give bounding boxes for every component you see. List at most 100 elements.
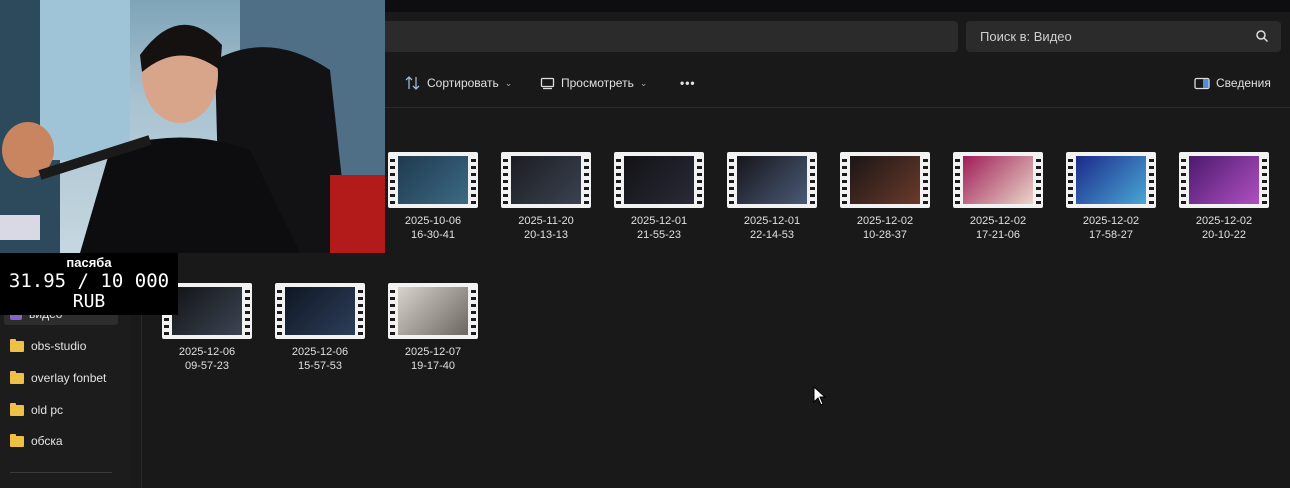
film-perforation [1149, 155, 1154, 205]
thumbnail-frame [963, 156, 1033, 204]
search-placeholder: Поиск в: Видео [980, 29, 1072, 44]
webcam-feed [0, 0, 385, 253]
film-perforation [729, 155, 734, 205]
sort-button[interactable]: Сортировать ⌄ [405, 76, 512, 90]
file-time: 16-30-41 [410, 229, 456, 241]
film-perforation [810, 155, 815, 205]
address-bar[interactable] [370, 21, 958, 52]
video-thumbnail [388, 152, 478, 208]
view-icon [540, 77, 555, 89]
film-perforation [471, 155, 476, 205]
thumbnail-frame [1189, 156, 1259, 204]
search-icon[interactable] [1255, 29, 1269, 43]
sort-label: Сортировать [427, 76, 499, 90]
video-file-item[interactable]: 2025-12-02 20-10-22 [1179, 152, 1271, 242]
video-file-item[interactable]: 2025-12-07 19-17-40 [388, 283, 480, 373]
webcam-overlay [0, 0, 385, 253]
film-perforation [1262, 155, 1267, 205]
file-name: 2025-12-07 19-17-40 [388, 345, 478, 373]
video-file-item[interactable]: 2025-12-02 17-58-27 [1066, 152, 1158, 242]
sidebar-item-overlay-fonbet[interactable]: overlay fonbet [10, 370, 106, 385]
thumbnail-frame [737, 156, 807, 204]
donation-title: пасяба [66, 255, 112, 270]
view-button[interactable]: Просмотреть ⌄ [540, 76, 647, 90]
video-thumbnail [388, 283, 478, 339]
file-name: 2025-10-06 16-30-41 [388, 214, 478, 242]
file-date: 2025-12-01 [630, 215, 688, 227]
film-perforation [955, 155, 960, 205]
file-date: 2025-12-02 [969, 215, 1027, 227]
file-date: 2025-12-07 [404, 346, 462, 358]
sidebar-item-obs-studio[interactable]: obs-studio [10, 338, 87, 353]
view-label: Просмотреть [561, 76, 634, 90]
file-date: 2025-10-06 [404, 215, 462, 227]
film-perforation [1181, 155, 1186, 205]
film-perforation [1068, 155, 1073, 205]
video-file-item[interactable]: 2025-11-20 20-13-13 [501, 152, 593, 242]
file-name: 2025-12-02 17-58-27 [1066, 214, 1156, 242]
video-file-item[interactable]: 2025-12-01 22-14-53 [727, 152, 819, 242]
video-file-item[interactable]: 2025-12-06 15-57-53 [275, 283, 367, 373]
file-time: 17-21-06 [975, 229, 1021, 241]
film-perforation [842, 155, 847, 205]
file-time: 22-14-53 [749, 229, 795, 241]
thumbnail-frame [172, 287, 242, 335]
donation-amount: 31.95 / 10 000 [8, 270, 170, 292]
folder-icon [10, 338, 24, 352]
folder-icon [10, 370, 24, 384]
file-time: 10-28-37 [862, 229, 908, 241]
thumbnail-frame [398, 287, 468, 335]
thumbnail-frame [398, 156, 468, 204]
file-time: 17-58-27 [1088, 229, 1134, 241]
film-perforation [616, 155, 621, 205]
video-thumbnail [1179, 152, 1269, 208]
sidebar-item-old-pc[interactable]: old pc [10, 402, 63, 417]
video-thumbnail [614, 152, 704, 208]
thumbnail-frame [285, 287, 355, 335]
mouse-cursor-icon [813, 386, 827, 406]
file-name: 2025-12-01 21-55-23 [614, 214, 704, 242]
chevron-down-icon: ⌄ [639, 77, 648, 88]
file-date: 2025-12-02 [856, 215, 914, 227]
folder-icon [10, 433, 24, 447]
sidebar-item-obska[interactable]: обска [10, 433, 63, 448]
film-perforation [277, 286, 282, 336]
film-perforation [923, 155, 928, 205]
video-thumbnail [953, 152, 1043, 208]
video-thumbnail [275, 283, 365, 339]
film-perforation [584, 155, 589, 205]
sidebar-item-label: обска [31, 434, 63, 448]
film-perforation [358, 286, 363, 336]
file-date: 2025-12-01 [743, 215, 801, 227]
file-name: 2025-12-02 10-28-37 [840, 214, 930, 242]
video-file-item[interactable]: 2025-12-01 21-55-23 [614, 152, 706, 242]
search-input[interactable]: Поиск в: Видео [966, 21, 1281, 52]
file-time: 15-57-53 [297, 360, 343, 372]
file-name: 2025-12-01 22-14-53 [727, 214, 817, 242]
donation-overlay: пасяба 31.95 / 10 000 RUB [0, 253, 178, 315]
film-perforation [471, 286, 476, 336]
video-thumbnail [501, 152, 591, 208]
file-date: 2025-11-20 [518, 215, 574, 227]
film-perforation [245, 286, 250, 336]
sidebar-item-label: obs-studio [31, 339, 87, 353]
thumbnail-frame [511, 156, 581, 204]
video-file-item[interactable]: 2025-12-02 17-21-06 [953, 152, 1045, 242]
video-thumbnail [1066, 152, 1156, 208]
donation-currency: RUB [72, 291, 106, 312]
video-thumbnail [727, 152, 817, 208]
video-file-item[interactable]: 2025-12-02 10-28-37 [840, 152, 932, 242]
file-time: 20-10-22 [1201, 229, 1247, 241]
details-pane-icon [1194, 77, 1210, 89]
details-button[interactable]: Сведения [1194, 76, 1271, 90]
film-perforation [697, 155, 702, 205]
file-date: 2025-12-06 [178, 346, 236, 358]
sidebar-divider [10, 472, 112, 473]
thumbnail-frame [850, 156, 920, 204]
file-date: 2025-12-02 [1195, 215, 1253, 227]
video-file-item[interactable]: 2025-10-06 16-30-41 [388, 152, 480, 242]
file-name: 2025-12-02 17-21-06 [953, 214, 1043, 242]
details-label: Сведения [1216, 76, 1271, 90]
file-date: 2025-12-02 [1082, 215, 1140, 227]
more-options-button[interactable]: ••• [680, 76, 696, 90]
